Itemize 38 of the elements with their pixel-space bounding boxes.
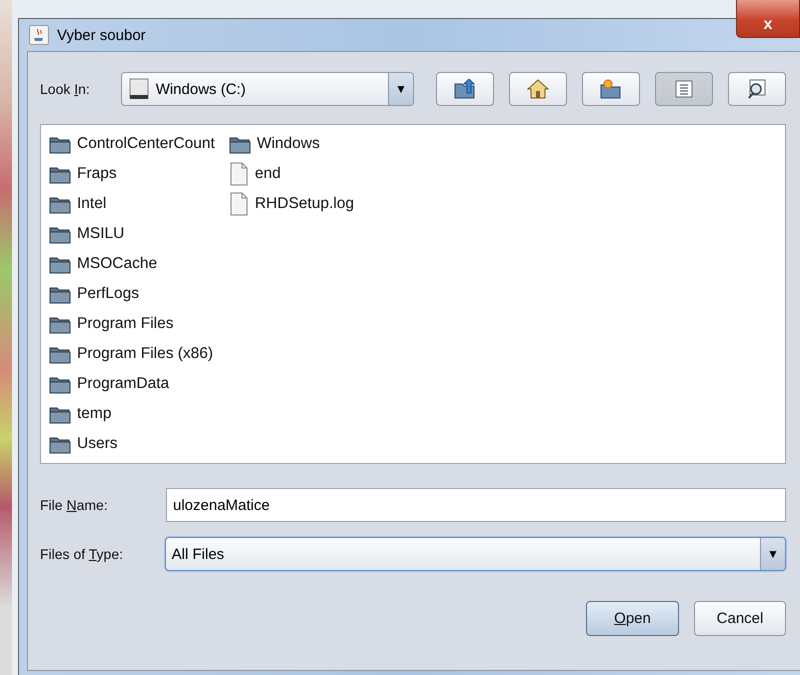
folder-item[interactable]: MSILU <box>49 219 215 249</box>
details-button[interactable] <box>728 72 786 106</box>
coffee-cup-icon <box>29 25 49 45</box>
list-view-icon <box>675 80 693 98</box>
file-item[interactable]: end <box>228 159 354 189</box>
drive-icon <box>128 78 150 100</box>
folder-item[interactable]: Program Files <box>49 309 215 339</box>
folder-item[interactable]: ProgramData <box>49 369 215 399</box>
folder-item[interactable]: Intel <box>49 189 215 219</box>
file-item[interactable]: RHDSetup.log <box>228 189 354 219</box>
folder-item[interactable]: MSOCache <box>49 249 215 279</box>
file-name-field[interactable]: ulozenaMatice <box>166 488 786 522</box>
folder-item[interactable]: Users <box>49 429 215 459</box>
up-button[interactable] <box>436 72 494 106</box>
open-button[interactable]: Open <box>586 601 679 636</box>
folder-item[interactable]: Program Files (x86) <box>49 339 215 369</box>
folder-up-icon <box>454 79 476 99</box>
list-button[interactable] <box>655 72 713 106</box>
close-button[interactable]: x <box>736 0 800 38</box>
folder-item[interactable]: Fraps <box>49 159 215 189</box>
file-type-label: Files of Type: <box>40 546 124 562</box>
home-icon <box>527 79 549 99</box>
home-button[interactable] <box>509 72 567 106</box>
look-in-label: Look In: <box>40 81 91 97</box>
folder-item[interactable]: temp <box>49 399 215 429</box>
folder-item[interactable]: ControlCenterCount <box>49 129 215 159</box>
details-view-icon <box>747 79 767 99</box>
document-icon <box>228 162 249 186</box>
look-in-dropdown[interactable]: Windows (C:) ▼ <box>120 72 414 106</box>
window-title: Vyber soubor <box>57 26 146 44</box>
document-icon <box>228 192 249 216</box>
cancel-button[interactable]: Cancel <box>694 601 786 636</box>
folder-item[interactable]: PerfLogs <box>49 279 215 309</box>
folder-item[interactable]: Windows <box>228 129 354 159</box>
new-folder-button[interactable] <box>582 72 640 106</box>
file-type-dropdown[interactable]: All Files ▼ <box>164 537 786 571</box>
new-folder-icon <box>600 79 622 99</box>
file-name-label: File Name: <box>40 497 109 513</box>
